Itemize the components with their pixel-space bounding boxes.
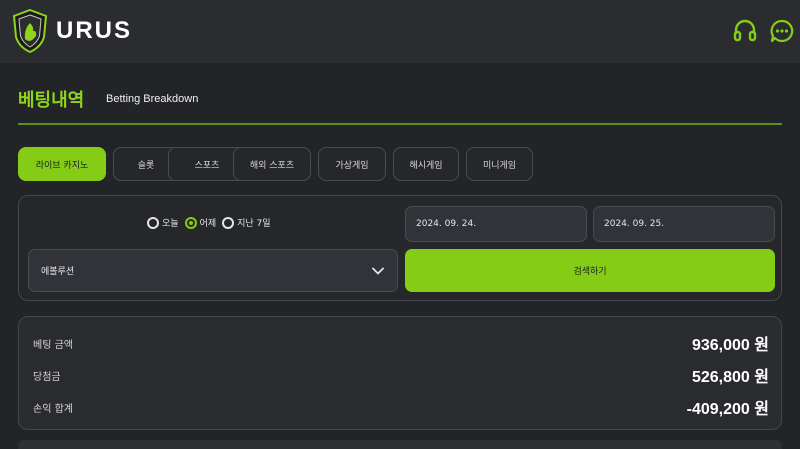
tab-overseas-sports[interactable]: 해외 스포츠 bbox=[233, 147, 311, 181]
page-title: 베팅내역 bbox=[18, 90, 85, 111]
radio-today-label: 오늘 bbox=[162, 219, 179, 229]
winnings-value: 526,800 원 bbox=[691, 369, 769, 386]
tab-hash-game[interactable]: 해시게임 bbox=[393, 147, 459, 181]
headset-icon[interactable] bbox=[730, 16, 760, 46]
winnings-label: 당첨금 bbox=[33, 371, 61, 383]
search-button[interactable]: 검색하기 bbox=[405, 249, 775, 292]
top-bar: URUS bbox=[0, 0, 800, 63]
profit-loss-value: -409,200 원 bbox=[686, 401, 769, 418]
radio-circle-icon bbox=[184, 216, 197, 229]
radio-yesterday[interactable]: 어제 bbox=[184, 216, 217, 229]
summary-row-winnings: 당첨금 526,800 원 bbox=[33, 363, 769, 387]
bet-amount-label: 베팅 금액 bbox=[33, 339, 73, 351]
radio-yesterday-label: 어제 bbox=[199, 219, 217, 229]
summary-row-bet-amount: 베팅 금액 936,000 원 bbox=[33, 331, 769, 355]
provider-select-value: 에볼루션 bbox=[41, 267, 75, 277]
date-range-radios: 오늘 어제 지난 7일 bbox=[147, 216, 277, 229]
date-from-field[interactable]: 2024. 09. 24. bbox=[405, 206, 587, 242]
radio-last-7-days[interactable]: 지난 7일 bbox=[222, 216, 271, 229]
shield-logo-icon[interactable] bbox=[12, 9, 48, 53]
table-header-strip bbox=[18, 440, 782, 449]
betting-summary: 베팅 금액 936,000 원 당첨금 526,800 원 손익 합계 -409… bbox=[18, 316, 782, 430]
tab-mini-game[interactable]: 미니게임 bbox=[466, 147, 533, 181]
tab-virtual-game[interactable]: 가상게임 bbox=[318, 147, 386, 181]
title-divider bbox=[18, 123, 782, 125]
summary-row-profit-loss: 손익 합계 -409,200 원 bbox=[33, 395, 769, 419]
chat-bubble-icon[interactable] bbox=[767, 16, 797, 46]
radio-last-7-days-label: 지난 7일 bbox=[237, 219, 271, 229]
tab-live-casino[interactable]: 라이브 카지노 bbox=[18, 147, 106, 181]
chevron-down-icon bbox=[372, 267, 384, 275]
bet-amount-value: 936,000 원 bbox=[691, 337, 769, 354]
profit-loss-label: 손익 합계 bbox=[33, 403, 73, 415]
filter-panel: 오늘 어제 지난 7일 2024. 09. 24. 2024. 09. 25. … bbox=[18, 195, 782, 301]
radio-circle-icon bbox=[222, 216, 235, 229]
radio-today[interactable]: 오늘 bbox=[147, 216, 179, 229]
radio-circle-icon bbox=[147, 216, 159, 229]
provider-select[interactable]: 에볼루션 bbox=[28, 249, 398, 292]
page-subtitle: Betting Breakdown bbox=[106, 93, 199, 105]
date-to-field[interactable]: 2024. 09. 25. bbox=[593, 206, 775, 242]
brand-name[interactable]: URUS bbox=[56, 17, 132, 45]
